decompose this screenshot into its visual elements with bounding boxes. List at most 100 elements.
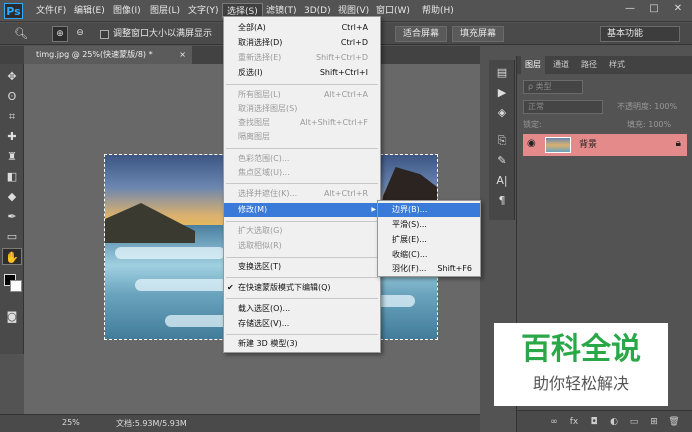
menu-item-select-all[interactable]: 全部(A) Ctrl+A <box>224 21 380 35</box>
hand-tool-icon[interactable]: ✋ <box>2 248 22 265</box>
visibility-eye-icon[interactable]: ◉ <box>527 138 536 149</box>
eraser-tool-icon[interactable]: ◧ <box>2 168 22 185</box>
tab-layers[interactable]: 图层 <box>521 56 545 74</box>
menu-item-quick-mask-edit[interactable]: ✔ 在快速蒙版模式下编辑(Q) <box>224 281 380 295</box>
stamp-tool-icon[interactable]: ♜ <box>2 148 22 165</box>
menu-item-new-3d-model[interactable]: 新建 3D 模型(3) <box>224 337 380 351</box>
menu-separator <box>226 277 378 278</box>
pen-tool-icon[interactable]: ✒ <box>2 208 22 225</box>
menu-separator <box>226 257 378 258</box>
submenu-arrow-icon: ▶ <box>371 206 376 213</box>
menu-item-all-layers: 所有图层(L) Alt+Ctrl+A <box>238 90 368 99</box>
tab-styles[interactable]: 样式 <box>605 56 629 74</box>
quick-mask-icon[interactable]: ◙ <box>2 308 22 325</box>
submenu-item-feather[interactable]: 羽化(F)... Shift+F6 <box>378 262 480 276</box>
crop-tool-icon[interactable]: ⌗ <box>2 108 22 125</box>
watermark-subtitle: 助你轻松解决 <box>532 374 629 393</box>
tab-channels[interactable]: 通道 <box>549 56 573 74</box>
menu-item-reselect: 重新选择(E) Shift+Ctrl+D <box>238 53 368 62</box>
new-layer-icon[interactable]: ⊞ <box>647 415 661 429</box>
actions-play-icon[interactable]: ▶ <box>493 84 511 102</box>
layer-filter-select[interactable]: ρ 类型 <box>523 80 583 94</box>
fit-screen-button[interactable]: 适合屏幕 <box>395 26 447 42</box>
link-layers-icon[interactable]: ∞ <box>547 415 561 429</box>
blur-tool-icon[interactable]: ◆ <box>2 188 22 205</box>
menu-image[interactable]: 图像(I) <box>109 3 145 19</box>
menu-item-load-selection[interactable]: 载入选区(O)... <box>224 302 380 316</box>
panel-tabs: 图层 通道 路径 样式 <box>517 56 692 74</box>
submenu-item-expand[interactable]: 扩展(E)... <box>378 233 480 247</box>
submenu-item-border[interactable]: 边界(B)... <box>378 203 480 217</box>
panel-icon-strip: ▤ ▶ ◈ ⎘ ✎ A| ¶ <box>489 60 515 220</box>
menu-item-save-selection[interactable]: 存储选区(V)... <box>224 317 380 331</box>
menu-edit[interactable]: 编辑(E) <box>70 3 109 19</box>
menu-separator <box>226 148 378 149</box>
fill-field[interactable]: 填充: 100% <box>627 118 671 134</box>
fx-icon[interactable]: fx <box>567 415 581 429</box>
lasso-tool-icon[interactable]: ʘ <box>2 88 22 105</box>
image-foam <box>115 247 225 259</box>
menu-separator <box>226 334 378 335</box>
menu-item-select-and-mask: 选择并遮住(K)... Alt+Ctrl+R <box>238 189 368 198</box>
submenu-item-contract[interactable]: 收缩(C)... <box>378 248 480 262</box>
layer-row-background[interactable]: ◉ 背景 🔒︎ <box>523 134 687 156</box>
menu-help[interactable]: 帮助(H) <box>418 3 458 19</box>
zoom-in-icon[interactable]: ⊕ <box>52 26 68 42</box>
menu-separator <box>226 84 378 85</box>
zoom-tool-icon[interactable]: 🔍︎ <box>14 27 32 41</box>
minimize-button[interactable]: — <box>618 0 642 18</box>
layers-panel-footer: ∞ fx ◘ ◐ ▭ ⊞ 🗑︎ <box>517 410 692 432</box>
zoom-level[interactable]: 25% <box>62 418 80 427</box>
menu-file[interactable]: 文件(F) <box>32 3 70 19</box>
tools-panel: ✥ ʘ ⌗ ✚ ♜ ◧ ◆ ✒ ▭ ✋ ◙ <box>0 64 24 354</box>
move-tool-icon[interactable]: ✥ <box>2 68 22 85</box>
shape-tool-icon[interactable]: ▭ <box>2 228 22 245</box>
delete-layer-icon[interactable]: 🗑︎ <box>667 415 681 429</box>
blend-mode-select[interactable]: 正常 <box>523 100 603 114</box>
new-group-icon[interactable]: ▭ <box>627 415 641 429</box>
menu-item-deselect[interactable]: 取消选择(D) Ctrl+D <box>224 36 380 50</box>
select-dropdown-menu: 全部(A) Ctrl+A 取消选择(D) Ctrl+D 重新选择(E) Shift+C… <box>223 16 381 353</box>
paragraph-icon[interactable]: ¶ <box>493 192 511 210</box>
status-bar: 25% 文档:5.93M/5.93M <box>0 414 480 432</box>
menu-item-focus-area: 焦点区域(U)... <box>238 168 290 177</box>
workspace-select[interactable]: 基本功能 <box>600 26 680 42</box>
menu-item-modify[interactable]: 修改(M) ▶ <box>224 203 380 217</box>
menu-type[interactable]: 文字(Y) <box>184 3 223 19</box>
restore-button[interactable]: □ <box>642 0 666 18</box>
menu-item-deselect-layers: 取消选择图层(S) <box>238 104 298 113</box>
layer-name: 背景 <box>579 140 598 150</box>
adjustment-layer-icon[interactable]: ◐ <box>607 415 621 429</box>
resize-window-checkbox[interactable] <box>100 30 109 39</box>
opacity-field[interactable]: 不透明度: 100% <box>617 100 677 116</box>
history-icon[interactable]: ▤ <box>493 64 511 82</box>
tab-paths[interactable]: 路径 <box>577 56 601 74</box>
background-color-swatch[interactable] <box>10 280 22 292</box>
close-button[interactable]: ✕ <box>666 0 690 18</box>
menu-item-transform-selection[interactable]: 变换选区(T) <box>224 260 380 274</box>
menu-item-similar: 选取相似(R) <box>238 241 282 250</box>
clone-source-icon[interactable]: ⎘ <box>493 132 511 150</box>
menu-separator <box>226 221 378 222</box>
healing-tool-icon[interactable]: ✚ <box>2 128 22 145</box>
document-info: 文档:5.93M/5.93M <box>116 419 187 428</box>
zoom-out-icon[interactable]: ⊖ <box>72 26 88 42</box>
character-icon[interactable]: A| <box>493 172 511 190</box>
document-tab-title: timg.jpg @ 25%(快速蒙版/8) * <box>36 50 153 59</box>
lock-icon: 🔒︎ <box>675 138 681 149</box>
menu-item-inverse[interactable]: 反选(I) Shift+Ctrl+I <box>224 66 380 80</box>
tab-close-icon[interactable]: × <box>179 46 186 64</box>
document-tab[interactable]: timg.jpg @ 25%(快速蒙版/8) * × <box>24 46 192 64</box>
fill-screen-button[interactable]: 填充屏幕 <box>452 26 504 42</box>
menu-item-grow: 扩大选取(G) <box>238 226 283 235</box>
submenu-item-smooth[interactable]: 平滑(S)... <box>378 218 480 232</box>
brush-preset-icon[interactable]: ✎ <box>493 152 511 170</box>
menu-item-color-range: 色彩范围(C)... <box>238 154 290 163</box>
properties-icon[interactable]: ◈ <box>493 104 511 122</box>
check-icon: ✔ <box>227 283 234 292</box>
resize-window-label: 调整窗口大小以满屏显示 <box>113 29 213 39</box>
lock-label: 锁定: <box>523 120 542 129</box>
menu-layer[interactable]: 图层(L) <box>146 3 184 19</box>
add-mask-icon[interactable]: ◘ <box>587 415 601 429</box>
app-logo: Ps <box>4 3 23 19</box>
